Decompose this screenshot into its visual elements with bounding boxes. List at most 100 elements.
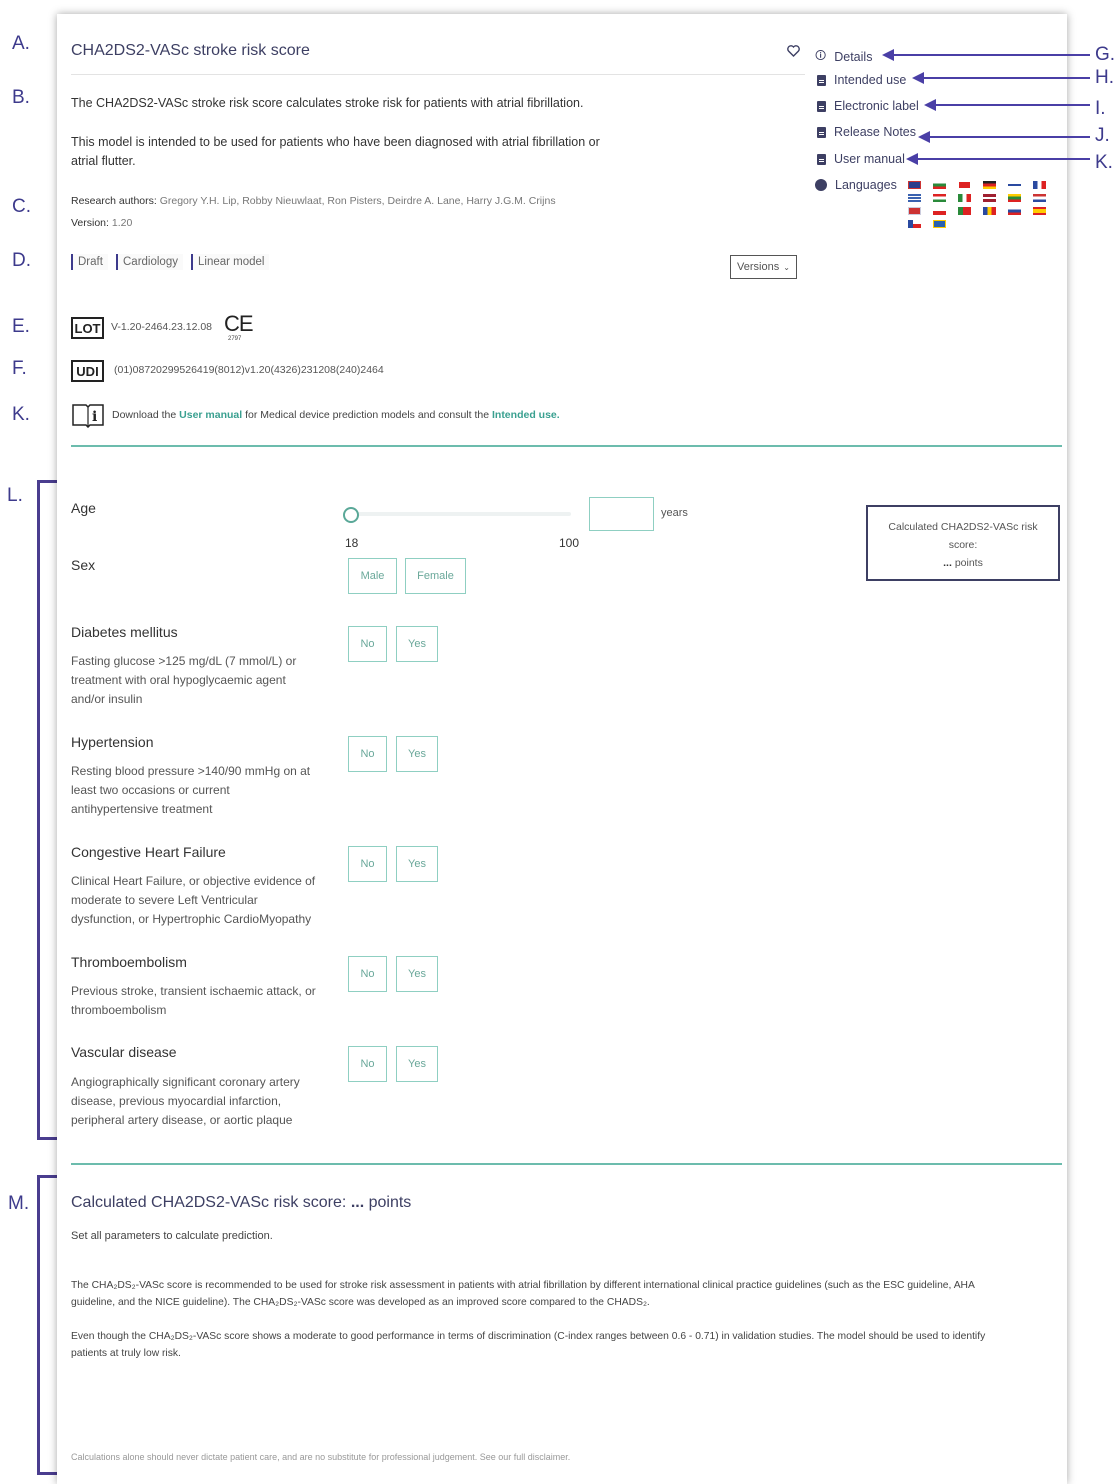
- chf-description: Clinical Heart Failure, or objective evi…: [71, 874, 316, 926]
- annotation-m: M.: [8, 1193, 30, 1214]
- flag-icon-es[interactable]: [1033, 207, 1046, 215]
- score-box: Calculated CHA2DS2-VASc risk score: ... …: [866, 505, 1060, 581]
- result-title-text: Calculated CHA2DS2-VASc risk score:: [71, 1194, 347, 1211]
- flag-icon-lt[interactable]: [1008, 194, 1021, 202]
- flag-icon-sk[interactable]: [1008, 207, 1021, 215]
- annotation-j: J.: [1095, 125, 1110, 146]
- intended-use-link[interactable]: Intended use.: [492, 409, 560, 421]
- sidebar-label-details: Details: [834, 49, 873, 64]
- version-label: Version:: [71, 217, 109, 229]
- hypertension-no-button[interactable]: No: [348, 736, 387, 772]
- chf-no-button[interactable]: No: [348, 846, 387, 882]
- heart-icon[interactable]: [787, 44, 800, 62]
- flag-icon-ro[interactable]: [983, 207, 996, 215]
- section-divider-top: [71, 445, 1062, 447]
- chf-yes-button[interactable]: Yes: [396, 846, 438, 882]
- arrow-h: [912, 72, 1090, 84]
- flag-icon-gr[interactable]: [908, 194, 921, 202]
- annotation-e: E.: [12, 316, 30, 337]
- bracket-l: [37, 480, 57, 1140]
- flag-icon-fr[interactable]: [1033, 181, 1046, 189]
- flag-icon-nl[interactable]: [1033, 194, 1046, 202]
- sidebar-item-intended-use[interactable]: Intended use: [817, 73, 906, 87]
- title-divider: [71, 74, 805, 75]
- flag-icon-hu[interactable]: [933, 194, 946, 202]
- sidebar-label-languages: Languages: [835, 178, 897, 192]
- flag-icon-bg[interactable]: [933, 181, 946, 189]
- annotation-k-right: K.: [1095, 152, 1113, 173]
- description-line-1: The CHA2DS2-VASc stroke risk score calcu…: [71, 96, 584, 110]
- annotation-d: D.: [12, 250, 31, 271]
- result-paragraph-2a: Even though the CHA₂DS₂-VASc score shows…: [71, 1331, 986, 1342]
- sidebar-item-details[interactable]: 🛈 Details: [815, 47, 872, 66]
- manual-middle: for Medical device prediction models and…: [242, 409, 492, 421]
- lot-value: V-1.20-2464.23.12.08: [111, 321, 213, 333]
- globe-icon: [815, 179, 827, 191]
- sex-label: Sex: [71, 557, 96, 573]
- disclaimer: Calculations alone should never dictate …: [71, 1452, 571, 1462]
- vascular-disease-no-button[interactable]: No: [348, 1046, 387, 1082]
- arrow-i: [924, 99, 1090, 111]
- udi-value: (01)08720299526419(8012)v1.20(4326)23120…: [114, 364, 384, 376]
- flag-icon-se[interactable]: [933, 220, 946, 228]
- age-input[interactable]: [589, 497, 654, 531]
- sidebar-item-release-notes[interactable]: Release Notes: [817, 125, 916, 139]
- section-divider-bottom: [71, 1163, 1062, 1165]
- score-box-unit: points: [954, 557, 983, 569]
- svg-text:i: i: [92, 409, 97, 425]
- authors-names: Gregory Y.H. Lip, Robby Nieuwlaat, Ron P…: [159, 195, 556, 207]
- arrow-k: [906, 153, 1090, 165]
- annotation-f: F.: [12, 358, 27, 379]
- flag-icon-cz[interactable]: [908, 220, 921, 228]
- flag-icon-lv[interactable]: [983, 194, 996, 202]
- diabetes-yes-button[interactable]: Yes: [396, 626, 438, 662]
- diabetes-label: Diabetes mellitus: [71, 624, 178, 640]
- chevron-down-icon: ⌄: [783, 262, 790, 272]
- thromboembolism-no-button[interactable]: No: [348, 956, 387, 992]
- diabetes-description: Fasting glucose >125 mg/dL (7 mmol/L) or…: [71, 654, 297, 706]
- document-icon: [817, 126, 826, 138]
- age-slider-handle[interactable]: [343, 507, 359, 523]
- thromboembolism-label: Thromboembolism: [71, 954, 187, 970]
- result-hint: Set all parameters to calculate predicti…: [71, 1230, 273, 1242]
- diabetes-no-button[interactable]: No: [348, 626, 387, 662]
- vascular-disease-label: Vascular disease: [71, 1044, 177, 1060]
- arrow-g: [882, 49, 1090, 61]
- vascular-disease-description: Angiographically significant coronary ar…: [71, 1075, 300, 1127]
- flag-icon-fi[interactable]: [1008, 181, 1021, 189]
- flag-icon-pl[interactable]: [933, 207, 946, 215]
- tag-linear-model[interactable]: Linear model: [191, 254, 270, 270]
- versions-button[interactable]: Versions ⌄: [730, 255, 797, 279]
- flag-icon-dk[interactable]: [958, 181, 971, 189]
- vascular-disease-yes-button[interactable]: Yes: [396, 1046, 438, 1082]
- flag-icon-de[interactable]: [983, 181, 996, 189]
- arrow-j: [918, 131, 1090, 143]
- sex-male-button[interactable]: Male: [348, 558, 397, 594]
- sidebar-item-user-manual[interactable]: User manual: [817, 152, 905, 166]
- thromboembolism-description: Previous stroke, transient ischaemic att…: [71, 984, 316, 1017]
- sidebar-item-languages[interactable]: Languages: [815, 178, 897, 192]
- age-slider-track[interactable]: [349, 512, 571, 516]
- bracket-m: [37, 1175, 57, 1475]
- manual-prefix: Download the: [112, 409, 180, 421]
- sidebar-item-electronic-label[interactable]: Electronic label: [817, 99, 919, 113]
- flag-icon-it[interactable]: [958, 194, 971, 202]
- tag-cardiology[interactable]: Cardiology: [116, 254, 183, 270]
- tag-draft[interactable]: Draft: [71, 254, 108, 270]
- hypertension-description: Resting blood pressure >140/90 mmHg on a…: [71, 764, 311, 816]
- flag-icon-uk[interactable]: [908, 181, 921, 189]
- user-manual-link[interactable]: User manual: [179, 409, 242, 421]
- sex-female-button[interactable]: Female: [405, 558, 466, 594]
- details-icon: 🛈: [815, 50, 827, 62]
- score-box-line-2: score:: [948, 539, 978, 551]
- manual-book-icon: i: [71, 402, 105, 433]
- flag-icon-no[interactable]: [908, 207, 921, 215]
- age-max: 100: [559, 536, 580, 550]
- hypertension-yes-button[interactable]: Yes: [396, 736, 438, 772]
- age-label: Age: [71, 500, 96, 516]
- age-min: 18: [345, 536, 359, 550]
- result-paragraph-2b: patients at truly low risk.: [71, 1348, 181, 1359]
- flag-icon-pt[interactable]: [958, 207, 971, 215]
- thromboembolism-yes-button[interactable]: Yes: [396, 956, 438, 992]
- annotation-l: L.: [7, 485, 23, 506]
